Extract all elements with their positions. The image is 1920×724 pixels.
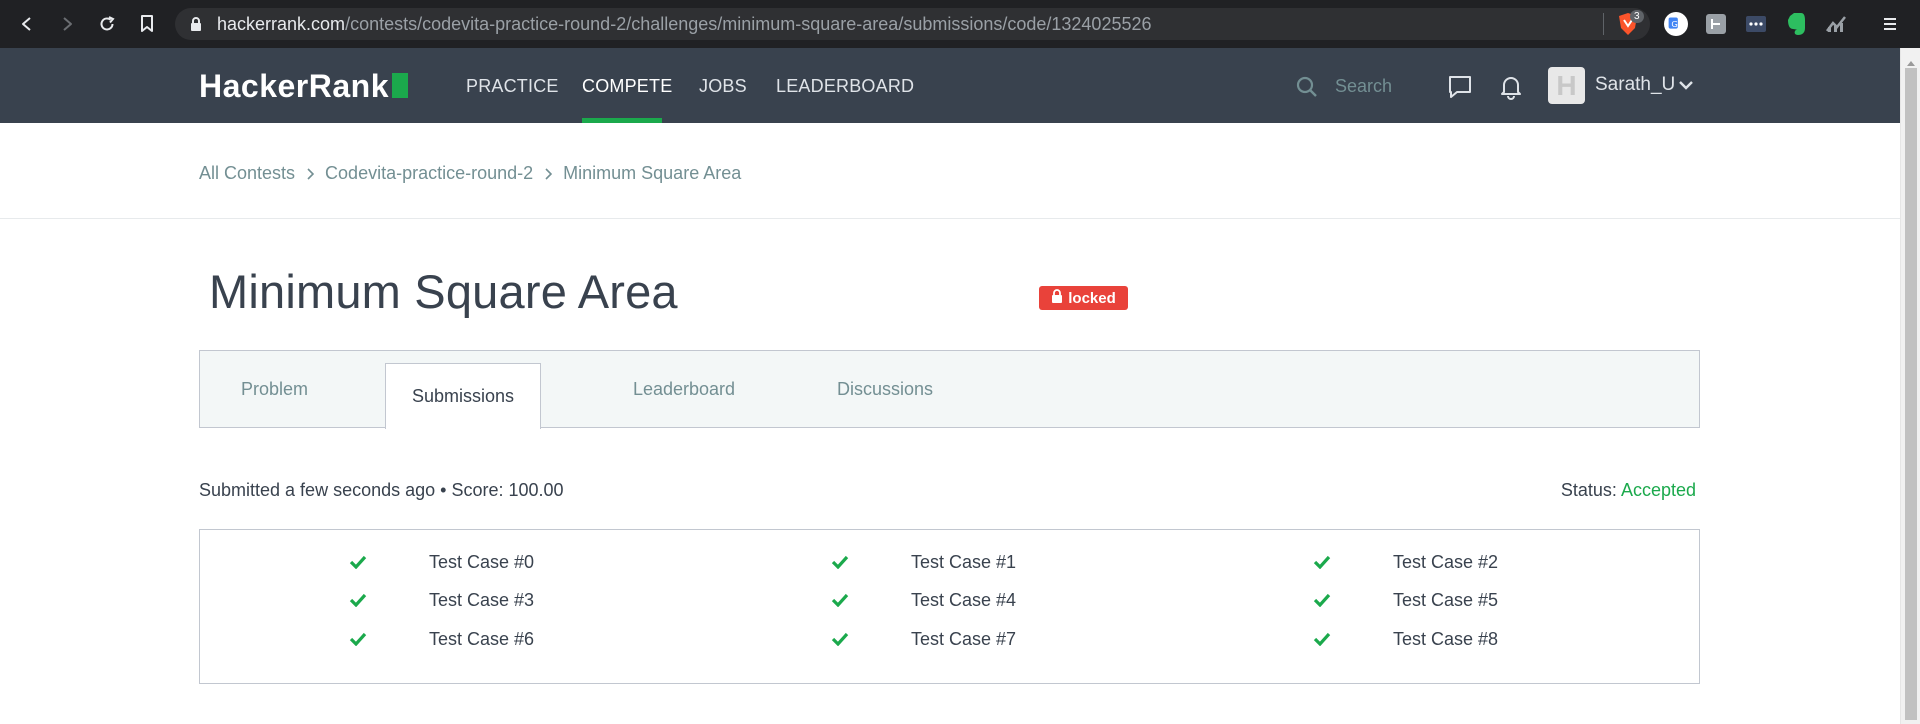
brave-badge: 3 [1630, 10, 1644, 23]
check-icon [1313, 593, 1331, 612]
search-input[interactable]: Search [1335, 76, 1392, 97]
reload-icon[interactable] [95, 12, 119, 36]
check-icon [349, 555, 367, 574]
menu-icon[interactable] [1878, 12, 1902, 36]
submission-status: Status: Accepted [1561, 480, 1696, 501]
test-case-list: Test Case #0 Test Case #1 Test Case #2 T… [199, 529, 1700, 684]
breadcrumb-all-contests[interactable]: All Contests [199, 163, 295, 184]
browser-toolbar: hackerrank.com/contests/codevita-practic… [0, 0, 1920, 48]
test-case-label: Test Case #6 [429, 629, 535, 649]
hackerrank-logo[interactable]: HackerRank [199, 68, 408, 104]
breadcrumb-challenge: Minimum Square Area [563, 163, 742, 183]
scrollbar-thumb[interactable] [1905, 68, 1917, 720]
locked-badge: locked [1039, 286, 1128, 310]
check-icon [1313, 632, 1331, 651]
chevron-down-icon[interactable] [1678, 78, 1694, 96]
tab-discussions[interactable]: Discussions [790, 351, 980, 428]
lock-icon [1051, 289, 1063, 307]
check-icon [831, 555, 849, 574]
status-value: Accepted [1620, 480, 1696, 500]
nav-active-indicator [582, 118, 662, 123]
locked-badge-label: locked [1068, 289, 1116, 307]
check-icon [349, 632, 367, 651]
check-icon [349, 593, 367, 612]
lock-icon [189, 16, 203, 37]
test-case-label: Test Case #5 [1393, 590, 1499, 610]
bookmark-icon[interactable] [135, 12, 159, 36]
kanji-extension-icon[interactable] [1704, 12, 1728, 36]
logo-box-icon [392, 73, 408, 98]
logo-text: HackerRank [199, 68, 389, 104]
chevron-right-icon [544, 167, 553, 180]
nav-compete[interactable]: COMPETE [582, 75, 672, 97]
forward-icon[interactable] [55, 12, 79, 36]
page-scrollbar[interactable] [1900, 48, 1920, 724]
address-bar[interactable]: hackerrank.com/contests/codevita-practic… [175, 8, 1650, 40]
test-case-label: Test Case #0 [429, 552, 535, 572]
submission-summary: Submitted a few seconds ago • Score: 100… [199, 480, 564, 500]
nav-practice[interactable]: PRACTICE [466, 75, 559, 97]
check-icon [831, 593, 849, 612]
test-case-label: Test Case #7 [911, 629, 1017, 649]
search-icon[interactable] [1295, 75, 1319, 104]
tab-submissions[interactable]: Submissions [385, 363, 541, 429]
test-case-label: Test Case #4 [911, 590, 1017, 610]
brave-shield-icon[interactable]: 3 [1616, 10, 1644, 36]
messages-icon[interactable] [1447, 74, 1473, 100]
chevron-right-icon [306, 167, 315, 180]
url-text: hackerrank.com/contests/codevita-practic… [217, 14, 1152, 34]
back-icon[interactable] [15, 12, 39, 36]
test-case-label: Test Case #3 [429, 590, 535, 610]
tab-problem[interactable]: Problem [200, 351, 349, 428]
svg-text:G: G [1671, 19, 1677, 29]
check-icon [1313, 555, 1331, 574]
nav-jobs[interactable]: JOBS [699, 75, 747, 97]
divider [0, 218, 1900, 219]
challenge-tabs: Problem Submissions Leaderboard Discussi… [199, 350, 1700, 429]
tab-leaderboard[interactable]: Leaderboard [600, 351, 768, 428]
check-icon [831, 632, 849, 651]
test-case-label: Test Case #8 [1393, 629, 1499, 649]
stats-extension-icon[interactable] [1824, 12, 1848, 36]
username[interactable]: Sarath_U [1595, 74, 1675, 96]
test-case-label: Test Case #1 [911, 552, 1017, 572]
breadcrumb-contest[interactable]: Codevita-practice-round-2 [325, 163, 533, 184]
status-label: Status: [1560, 480, 1617, 500]
url-divider [1603, 13, 1604, 35]
nav-leaderboard[interactable]: LEADERBOARD [776, 75, 914, 97]
notifications-icon[interactable] [1498, 74, 1524, 100]
breadcrumb: All Contests Codevita-practice-round-2 M… [199, 163, 741, 184]
translate-extension-icon[interactable]: G [1664, 12, 1688, 36]
page-title: Minimum Square Area [209, 265, 678, 318]
more-extension-icon[interactable] [1744, 12, 1768, 36]
test-case-label: Test Case #2 [1393, 552, 1499, 572]
avatar[interactable]: H [1548, 67, 1585, 104]
evernote-icon[interactable] [1784, 12, 1808, 36]
